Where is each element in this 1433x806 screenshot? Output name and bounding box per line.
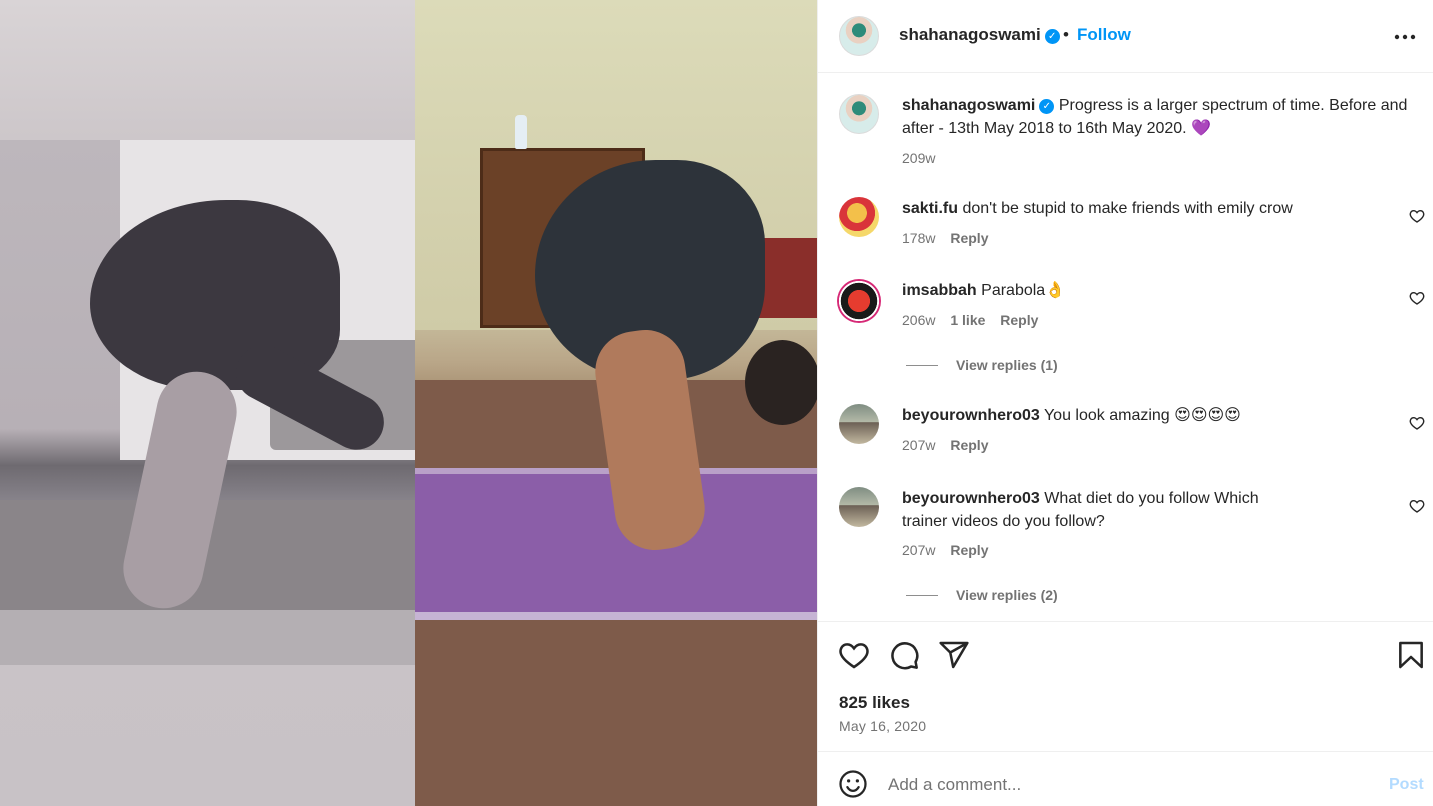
- comment-username[interactable]: beyourownhero03: [902, 407, 1040, 424]
- avatar[interactable]: [837, 279, 881, 323]
- likes-count[interactable]: 825 likes: [839, 693, 910, 713]
- comment-text: You look amazing 😍😍😍😍: [1043, 407, 1241, 424]
- post-media[interactable]: [0, 0, 817, 806]
- bookmark-icon[interactable]: [1395, 639, 1427, 671]
- post-date[interactable]: May 16, 2020: [839, 718, 926, 734]
- reply-button[interactable]: Reply: [1000, 312, 1038, 328]
- reply-button[interactable]: Reply: [950, 542, 988, 558]
- post-button[interactable]: Post: [1389, 776, 1424, 794]
- reply-button[interactable]: Reply: [950, 230, 988, 246]
- separator-dot: •: [1063, 25, 1069, 44]
- avatar[interactable]: [839, 16, 879, 56]
- comment-text: Parabola👌: [981, 282, 1066, 299]
- comment: beyourownhero03 You look amazing 😍😍😍😍: [902, 404, 1412, 427]
- comment-text: don't be stupid to make friends with emi…: [962, 200, 1293, 217]
- header-username[interactable]: shahanagoswami ✓: [899, 25, 1060, 45]
- caption-username[interactable]: shahanagoswami: [902, 97, 1035, 114]
- avatar[interactable]: [839, 404, 879, 444]
- post-header: shahanagoswami ✓ • Follow: [818, 0, 1433, 73]
- comment-likes[interactable]: 1 like: [950, 312, 985, 328]
- more-options-icon[interactable]: [1394, 26, 1422, 46]
- like-comment-heart-icon[interactable]: [1409, 208, 1425, 224]
- view-replies-button[interactable]: View replies (2): [906, 587, 1058, 603]
- comment: beyourownhero03 What diet do you follow …: [902, 487, 1262, 533]
- avatar[interactable]: [839, 94, 879, 134]
- follow-button[interactable]: Follow: [1077, 25, 1131, 45]
- like-comment-heart-icon[interactable]: [1409, 415, 1425, 431]
- post-side-panel: shahanagoswami ✓ • Follow shahanagoswami ✓…: [817, 0, 1433, 806]
- reply-button[interactable]: Reply: [950, 437, 988, 453]
- comment-icon[interactable]: [888, 639, 920, 671]
- replies-divider: [906, 365, 938, 366]
- view-replies-button[interactable]: View replies (1): [906, 357, 1058, 373]
- comment-username[interactable]: beyourownhero03: [902, 490, 1040, 507]
- caption-meta: 209w: [902, 150, 946, 166]
- avatar[interactable]: [839, 197, 879, 237]
- caption: shahanagoswami ✓ Progress is a larger spe…: [902, 94, 1412, 140]
- verified-badge-icon: ✓: [1039, 99, 1055, 114]
- comment-username[interactable]: imsabbah: [902, 282, 977, 299]
- replies-divider: [906, 595, 938, 596]
- emoji-icon[interactable]: [838, 769, 868, 799]
- caption-time[interactable]: 209w: [902, 150, 935, 166]
- comment-time[interactable]: 207w: [902, 437, 935, 453]
- comment-meta: 207w Reply: [902, 542, 999, 558]
- share-icon[interactable]: [938, 639, 970, 671]
- comment-time[interactable]: 207w: [902, 542, 935, 558]
- like-comment-heart-icon[interactable]: [1409, 290, 1425, 306]
- verified-badge-icon: ✓: [1044, 29, 1060, 44]
- after-photo: [415, 0, 817, 806]
- before-photo: [0, 0, 415, 806]
- comment-composer: Post: [818, 751, 1433, 806]
- comment: imsabbah Parabola👌: [902, 279, 1412, 302]
- comment-meta: 206w 1 like Reply: [902, 312, 1049, 328]
- post-actions: 825 likes May 16, 2020: [818, 621, 1433, 751]
- avatar[interactable]: [839, 487, 879, 527]
- comment-meta: 178w Reply: [902, 230, 999, 246]
- comment-meta: 207w Reply: [902, 437, 999, 453]
- like-comment-heart-icon[interactable]: [1409, 498, 1425, 514]
- comment-time[interactable]: 178w: [902, 230, 935, 246]
- comment: sakti.fu don't be stupid to make friends…: [902, 197, 1412, 220]
- comment-input[interactable]: [888, 770, 1358, 800]
- comment-time[interactable]: 206w: [902, 312, 935, 328]
- comments-list[interactable]: shahanagoswami ✓ Progress is a larger spe…: [818, 74, 1433, 621]
- heart-icon[interactable]: [838, 639, 870, 671]
- comment-username[interactable]: sakti.fu: [902, 200, 958, 217]
